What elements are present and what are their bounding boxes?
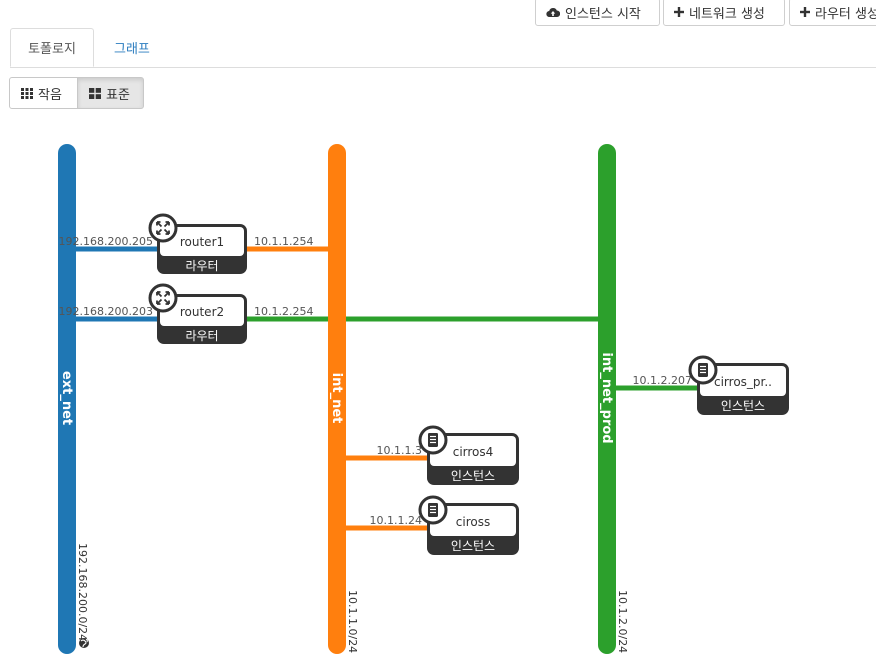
node-name: cirros_pr.. — [714, 375, 772, 389]
node-type-label: 인스턴스 — [451, 539, 495, 553]
port-ip-label: 10.1.2.254 — [254, 305, 313, 318]
instance-node-ciross[interactable]: ciross 인스턴스 — [418, 495, 519, 555]
node-type-label: 인스턴스 — [451, 469, 495, 483]
node-name: cirros4 — [453, 445, 494, 459]
network-name-ext-net: ext_net — [59, 371, 74, 425]
network-int-net-prod[interactable]: int_net_prod — [598, 144, 616, 654]
subnet-cidr-int-net: 10.1.1.0/24 — [346, 590, 359, 653]
port-ip-label: 10.1.1.3 — [377, 444, 422, 457]
server-icon — [418, 425, 448, 455]
router-icon — [148, 283, 178, 313]
node-name: ciross — [456, 515, 490, 529]
instance-node-cirros4[interactable]: cirros4 인스턴스 — [418, 425, 519, 485]
node-name: router1 — [180, 235, 224, 249]
instance-node-cirros-prod[interactable]: cirros_pr.. 인스턴스 — [688, 355, 789, 415]
port-ip-label: 10.1.1.254 — [254, 235, 313, 248]
port-ip-label: 10.1.2.207 — [633, 374, 692, 387]
node-type-label: 인스턴스 — [721, 399, 765, 413]
port-ip-label: 192.168.200.205 — [59, 235, 153, 248]
node-type-label: 라우터 — [185, 329, 218, 343]
topology-canvas: ext_net int_net int_net_prod 192.168.200… — [58, 144, 789, 654]
globe-icon — [79, 638, 89, 648]
network-int-net[interactable]: int_net — [328, 144, 346, 654]
node-type-label: 라우터 — [185, 259, 218, 273]
router-node-router1[interactable]: router1 라우터 — [148, 213, 247, 274]
subnet-cidr-ext-net: 192.168.200.0/24 — [76, 543, 89, 641]
node-name: router2 — [180, 305, 224, 319]
router-node-router2[interactable]: router2 라우터 — [148, 283, 247, 344]
port-ip-label: 10.1.1.24 — [370, 514, 422, 527]
port-ip-label: 192.168.200.203 — [59, 305, 153, 318]
network-name-int-net-prod: int_net_prod — [599, 352, 614, 443]
server-icon — [688, 355, 718, 385]
network-ext-net[interactable]: ext_net — [58, 144, 76, 654]
server-icon — [418, 495, 448, 525]
router-icon — [148, 213, 178, 243]
network-name-int-net: int_net — [329, 373, 344, 424]
subnet-cidr-int-net-prod: 10.1.2.0/24 — [616, 590, 629, 653]
